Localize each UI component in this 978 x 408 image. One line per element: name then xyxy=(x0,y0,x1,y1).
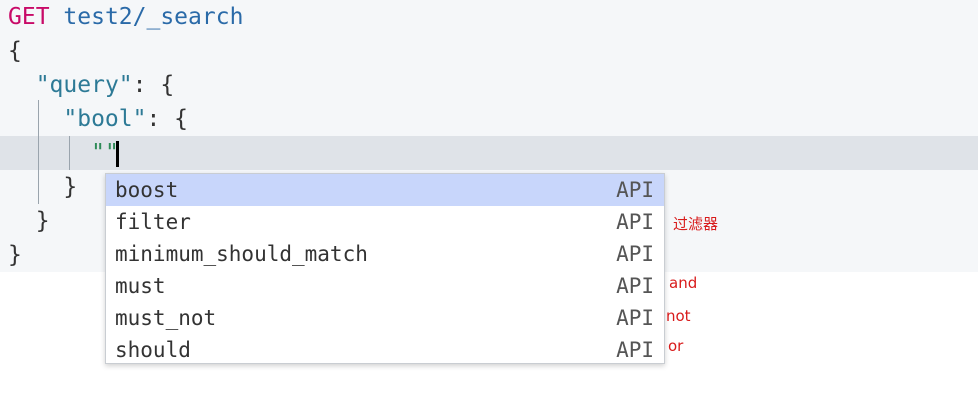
request-path: test2/_search xyxy=(63,4,244,30)
code-line-typing[interactable]: "" xyxy=(8,136,119,170)
annotation-must-not: not xyxy=(666,307,691,325)
autocomplete-popup: boost API filter API minimum_should_matc… xyxy=(105,173,665,364)
autocomplete-item-label: minimum_should_match xyxy=(115,242,368,266)
brace: { xyxy=(8,38,22,64)
autocomplete-item-label: boost xyxy=(115,178,179,202)
autocomplete-item-meta: API xyxy=(616,338,654,362)
brace: } xyxy=(63,174,78,200)
code-line-request: GET test2/_search xyxy=(8,0,243,34)
code-line-close-root: } xyxy=(8,238,22,272)
code-line-bool: "bool": { xyxy=(8,102,188,136)
brace: } xyxy=(35,208,50,234)
code-line-close-query: } xyxy=(8,204,50,238)
autocomplete-item-meta: API xyxy=(616,242,654,266)
autocomplete-item-label: must xyxy=(115,274,166,298)
autocomplete-item-minimum-should-match[interactable]: minimum_should_match API xyxy=(106,238,664,270)
autocomplete-item-meta: API xyxy=(616,274,654,298)
json-key-bool: "bool" xyxy=(63,106,147,132)
autocomplete-item-meta: API xyxy=(616,210,654,234)
annotation-filter: 过滤器 xyxy=(673,215,719,233)
autocomplete-item-meta: API xyxy=(616,306,654,330)
autocomplete-item-meta: API xyxy=(616,178,654,202)
active-line-highlight xyxy=(0,136,978,170)
autocomplete-item-label: should xyxy=(115,338,191,362)
code-line-query: "query": { xyxy=(8,68,174,102)
json-key-query: "query" xyxy=(35,72,133,98)
annotation-should: or xyxy=(668,337,684,355)
autocomplete-item-boost[interactable]: boost API xyxy=(106,174,664,206)
autocomplete-item-should[interactable]: should API xyxy=(106,334,664,363)
typed-string: "" xyxy=(91,140,119,166)
brace: } xyxy=(8,242,22,268)
code-line-close-bool: } xyxy=(8,170,77,204)
autocomplete-item-label: filter xyxy=(115,210,191,234)
text-cursor xyxy=(116,141,119,167)
http-method: GET xyxy=(8,4,50,30)
autocomplete-item-label: must_not xyxy=(115,306,217,330)
autocomplete-item-must[interactable]: must API xyxy=(106,270,664,302)
autocomplete-item-must-not[interactable]: must_not API xyxy=(106,302,664,334)
annotation-must: and xyxy=(669,274,698,292)
code-line-open-root: { xyxy=(8,34,22,68)
autocomplete-item-filter[interactable]: filter API xyxy=(106,206,664,238)
colon-brace: : { xyxy=(146,106,189,132)
colon-brace: : { xyxy=(132,72,175,98)
